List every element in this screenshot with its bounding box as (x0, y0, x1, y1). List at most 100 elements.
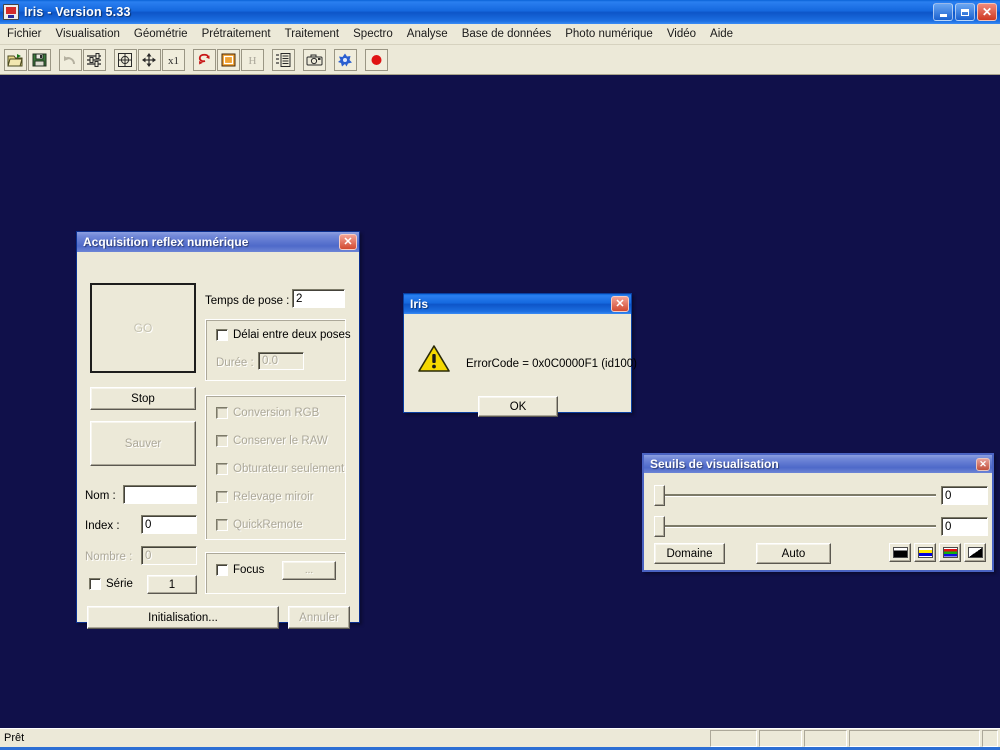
stop-button[interactable]: Stop (90, 387, 196, 410)
minimize-button[interactable] (933, 3, 953, 21)
menu-video[interactable]: Vidéo (660, 26, 703, 42)
menu-base-de-donnees[interactable]: Base de données (455, 26, 559, 42)
toolbar-command-list-button[interactable] (272, 48, 295, 71)
toolbar-zoom-x1-button[interactable]: x1 (162, 48, 185, 71)
close-icon: ✕ (615, 297, 625, 310)
conserver-raw-checkbox (216, 435, 228, 447)
threshold-high-slider-thumb[interactable] (654, 485, 665, 506)
delai-checkbox[interactable] (216, 329, 228, 341)
threshold-low-slider-track[interactable] (662, 525, 936, 528)
toolbar-orange-square-button[interactable] (217, 48, 240, 71)
relevage-miroir-checkbox (216, 491, 228, 503)
conversion-rgb-label: Conversion RGB (233, 407, 320, 419)
auto-button-label: Auto (781, 547, 806, 560)
menu-geometrie[interactable]: Géométrie (127, 26, 195, 42)
menu-spectro[interactable]: Spectro (346, 26, 400, 42)
maximize-button[interactable] (955, 3, 975, 21)
sauver-button[interactable]: Sauver (90, 421, 196, 466)
palette-ramp-button[interactable] (964, 543, 986, 562)
annuler-button: Annuler (288, 606, 350, 629)
toolbar-camera-button[interactable] (303, 48, 326, 71)
acquisition-dialog[interactable]: Acquisition reflex numérique ✕ GO Stop S… (76, 231, 360, 629)
toolbar-settings-button[interactable] (334, 48, 357, 71)
index-input[interactable]: 0 (141, 515, 197, 534)
go-button[interactable]: GO (90, 283, 196, 373)
palette-yellow-blue-button[interactable] (914, 543, 936, 562)
toolbar-record-button[interactable] (365, 48, 388, 71)
error-dialog-body: ErrorCode = 0x0C0000F1 (id100) OK (404, 314, 637, 417)
maximize-icon (961, 8, 969, 16)
acquisition-dialog-titlebar[interactable]: Acquisition reflex numérique ✕ (77, 232, 359, 252)
toolbar-thresholds-button[interactable] (83, 48, 106, 71)
threshold-low-input[interactable]: 0 (941, 517, 988, 536)
threshold-low-slider-thumb[interactable] (654, 516, 665, 537)
conserver-raw-label: Conserver le RAW (233, 435, 328, 447)
palette-grayscale-button[interactable] (889, 543, 911, 562)
threshold-low-slider[interactable] (654, 516, 936, 537)
thresholds-dialog-titlebar[interactable]: Seuils de visualisation ✕ (644, 455, 992, 473)
close-button[interactable]: ✕ (977, 3, 997, 21)
threshold-high-value: 0 (945, 489, 952, 502)
serie-checkbox-row[interactable]: Série (89, 578, 133, 590)
menu-visualisation[interactable]: Visualisation (49, 26, 127, 42)
menubar: Fichier Visualisation Géométrie Prétrait… (0, 24, 1000, 45)
menu-pretraitement[interactable]: Prétraitement (195, 26, 278, 42)
temps-de-pose-input[interactable]: 2 (292, 289, 345, 308)
close-icon: ✕ (343, 235, 353, 248)
palette-rgb-icon (942, 547, 958, 558)
save-disk-icon (31, 52, 48, 68)
toolbar-target-button[interactable] (114, 48, 137, 71)
auto-button[interactable]: Auto (756, 543, 831, 564)
obturateur-row: Obturateur seulement (216, 463, 344, 475)
acquisition-dialog-close-button[interactable]: ✕ (339, 234, 357, 250)
thresholds-dialog-title: Seuils de visualisation (650, 457, 779, 471)
histogram-h-icon: H (244, 52, 261, 68)
menu-aide[interactable]: Aide (703, 26, 740, 42)
toolbar-open-button[interactable] (4, 48, 27, 71)
thresholds-dialog-close-button[interactable]: ✕ (976, 457, 990, 471)
zoom-x1-icon: x1 (165, 52, 182, 68)
palette-rgb-button[interactable] (939, 543, 961, 562)
serie-count-button[interactable]: 1 (147, 575, 197, 594)
domaine-button[interactable]: Domaine (654, 543, 725, 564)
serie-checkbox[interactable] (89, 578, 101, 590)
nom-input[interactable] (123, 485, 197, 504)
focus-checkbox[interactable] (216, 564, 228, 576)
threshold-high-slider[interactable] (654, 485, 936, 506)
thresholds-dialog[interactable]: Seuils de visualisation ✕ 0 0 Domaine Au… (642, 453, 994, 572)
menu-photo-numerique[interactable]: Photo numérique (558, 26, 660, 42)
thresholds-dialog-body: 0 0 Domaine Auto (644, 473, 992, 570)
serie-count-value: 1 (168, 578, 176, 591)
toolbar-separator-7 (358, 49, 365, 71)
focus-checkbox-row[interactable]: Focus (216, 564, 264, 576)
error-ok-label: OK (509, 400, 527, 413)
threshold-high-slider-track[interactable] (662, 494, 936, 497)
menu-analyse[interactable]: Analyse (400, 26, 455, 42)
status-pane-2 (759, 729, 802, 747)
error-dialog-titlebar[interactable]: Iris ✕ (404, 294, 631, 314)
minimize-icon (939, 13, 947, 17)
conserver-raw-row: Conserver le RAW (216, 435, 328, 447)
toolbar-separator-2 (107, 49, 114, 71)
delai-checkbox-row[interactable]: Délai entre deux poses (216, 329, 351, 341)
red-refresh-icon (196, 52, 213, 68)
toolbar-refresh-button[interactable] (193, 48, 216, 71)
menu-traitement[interactable]: Traitement (278, 26, 347, 42)
menu-fichier[interactable]: Fichier (0, 26, 49, 42)
error-ok-button[interactable]: OK (478, 396, 558, 417)
mdi-client-area[interactable]: Acquisition reflex numérique ✕ GO Stop S… (0, 75, 1000, 725)
error-dialog-title: Iris (410, 297, 429, 311)
quickremote-checkbox (216, 519, 228, 531)
error-dialog-close-button[interactable]: ✕ (611, 296, 629, 312)
error-dialog[interactable]: Iris ✕ ErrorCode = 0x0C0000F1 (id100) OK (403, 293, 637, 417)
relevage-miroir-row: Relevage miroir (216, 491, 314, 503)
status-pane-5 (982, 729, 998, 747)
iris-app-icon (3, 4, 19, 20)
status-pane-1 (710, 729, 757, 747)
toolbar-move-button[interactable] (138, 48, 161, 71)
threshold-high-input[interactable]: 0 (941, 486, 988, 505)
quickremote-row: QuickRemote (216, 519, 303, 531)
sauver-button-label: Sauver (124, 437, 162, 450)
initialisation-button[interactable]: Initialisation... (87, 606, 279, 629)
toolbar-save-button[interactable] (28, 48, 51, 71)
